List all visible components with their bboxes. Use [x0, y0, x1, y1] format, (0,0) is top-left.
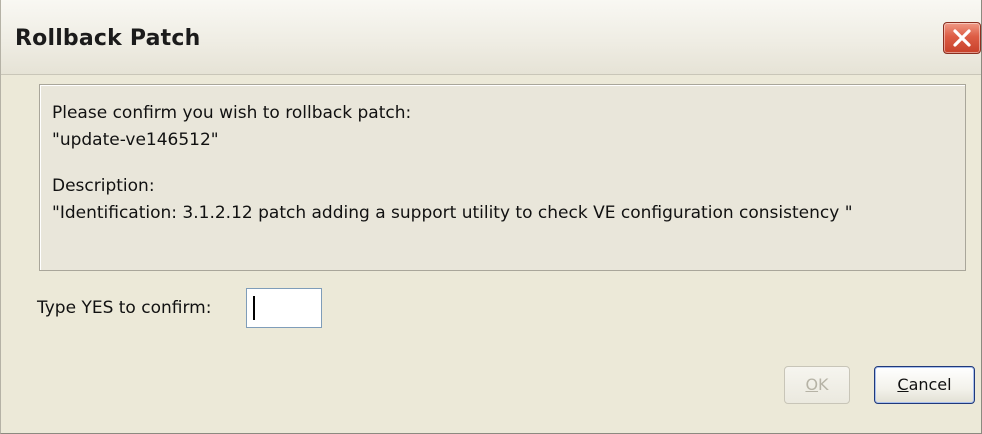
- ok-label-rest: K: [818, 375, 829, 394]
- ok-mnemonic: O: [805, 375, 819, 394]
- ok-button[interactable]: OK: [784, 366, 850, 404]
- patch-name: "update-ve146512": [52, 130, 219, 150]
- text-caret: [253, 296, 255, 320]
- dialog-title: Rollback Patch: [15, 26, 201, 51]
- rollback-patch-dialog: Rollback Patch Please confirm you wish t…: [0, 0, 982, 434]
- cancel-mnemonic: C: [897, 375, 909, 394]
- patch-description: "Identification: 3.1.2.12 patch adding a…: [52, 203, 853, 223]
- confirm-input[interactable]: [246, 288, 322, 328]
- confirm-message: Please confirm you wish to rollback patc…: [52, 103, 412, 123]
- description-heading: Description:: [52, 176, 155, 196]
- close-x-icon: [953, 29, 971, 47]
- close-button[interactable]: [943, 22, 981, 54]
- title-bar[interactable]: Rollback Patch: [1, 0, 981, 75]
- patch-info-panel: Please confirm you wish to rollback patc…: [39, 84, 966, 271]
- cancel-button[interactable]: Cancel: [874, 366, 975, 404]
- cancel-label-rest: ancel: [908, 375, 952, 394]
- confirm-label: Type YES to confirm:: [37, 298, 212, 318]
